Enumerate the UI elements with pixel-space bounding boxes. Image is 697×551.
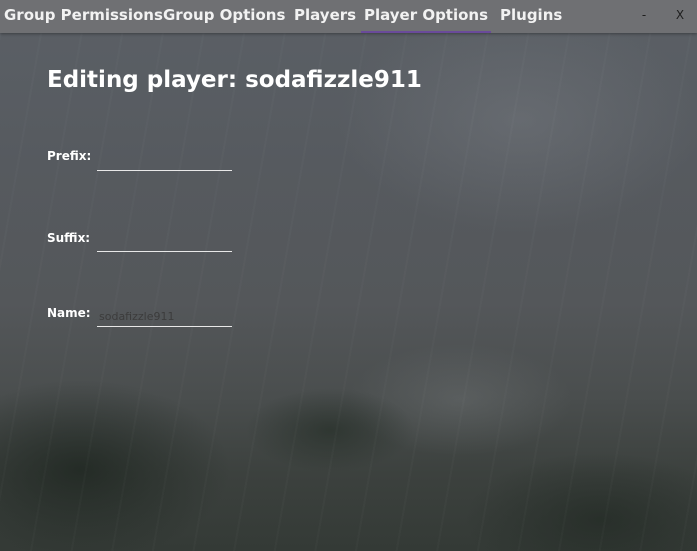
name-input[interactable]	[97, 307, 232, 327]
name-label: Name:	[47, 306, 91, 320]
page-title: Editing player: sodafizzle911	[47, 67, 422, 93]
page-title-prefix: Editing player:	[47, 67, 238, 93]
minimize-button[interactable]: -	[637, 6, 651, 24]
suffix-input[interactable]	[97, 232, 232, 252]
prefix-label: Prefix:	[47, 149, 92, 163]
tab-bar: Group Permissions Group Options Players …	[0, 0, 697, 33]
app-window: Group Permissions Group Options Players …	[0, 0, 697, 551]
tab-group-options[interactable]: Group Options	[163, 0, 285, 33]
tab-group-permissions[interactable]: Group Permissions	[4, 0, 163, 33]
tab-plugins[interactable]: Plugins	[500, 0, 562, 33]
background-image	[0, 30, 697, 551]
tab-players[interactable]: Players	[294, 0, 356, 33]
player-name: sodafizzle911	[245, 67, 422, 93]
prefix-input[interactable]	[97, 151, 232, 171]
suffix-label: Suffix:	[47, 231, 91, 245]
close-button[interactable]: X	[673, 6, 687, 24]
tab-player-options[interactable]: Player Options	[361, 0, 491, 33]
